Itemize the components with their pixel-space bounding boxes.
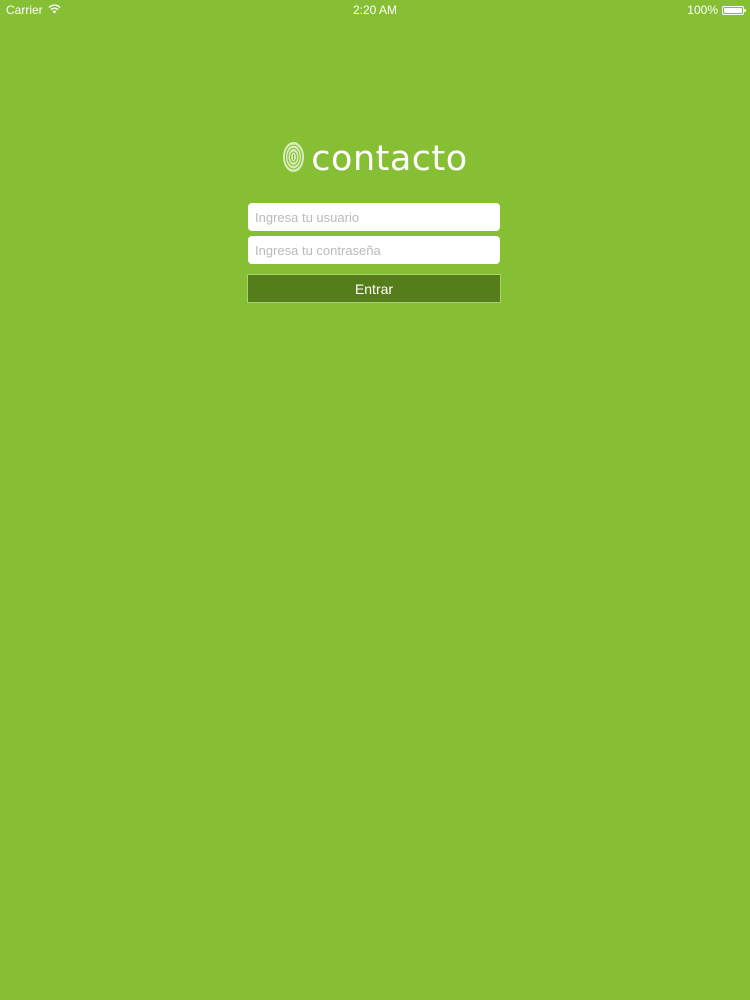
status-time: 2:20 AM bbox=[352, 3, 398, 17]
login-button[interactable]: Entrar bbox=[247, 274, 501, 303]
status-right: 100% bbox=[687, 3, 746, 17]
logo-text: contacto bbox=[311, 139, 468, 179]
password-input[interactable] bbox=[248, 236, 500, 264]
status-bar: Carrier 2:20 AM 100% bbox=[0, 0, 750, 20]
battery-fill bbox=[724, 7, 742, 13]
battery-icon bbox=[722, 5, 746, 15]
battery-percent: 100% bbox=[687, 3, 718, 17]
username-input[interactable] bbox=[248, 203, 500, 231]
fingerprint-icon bbox=[282, 141, 305, 178]
app-logo: contacto bbox=[0, 141, 750, 178]
